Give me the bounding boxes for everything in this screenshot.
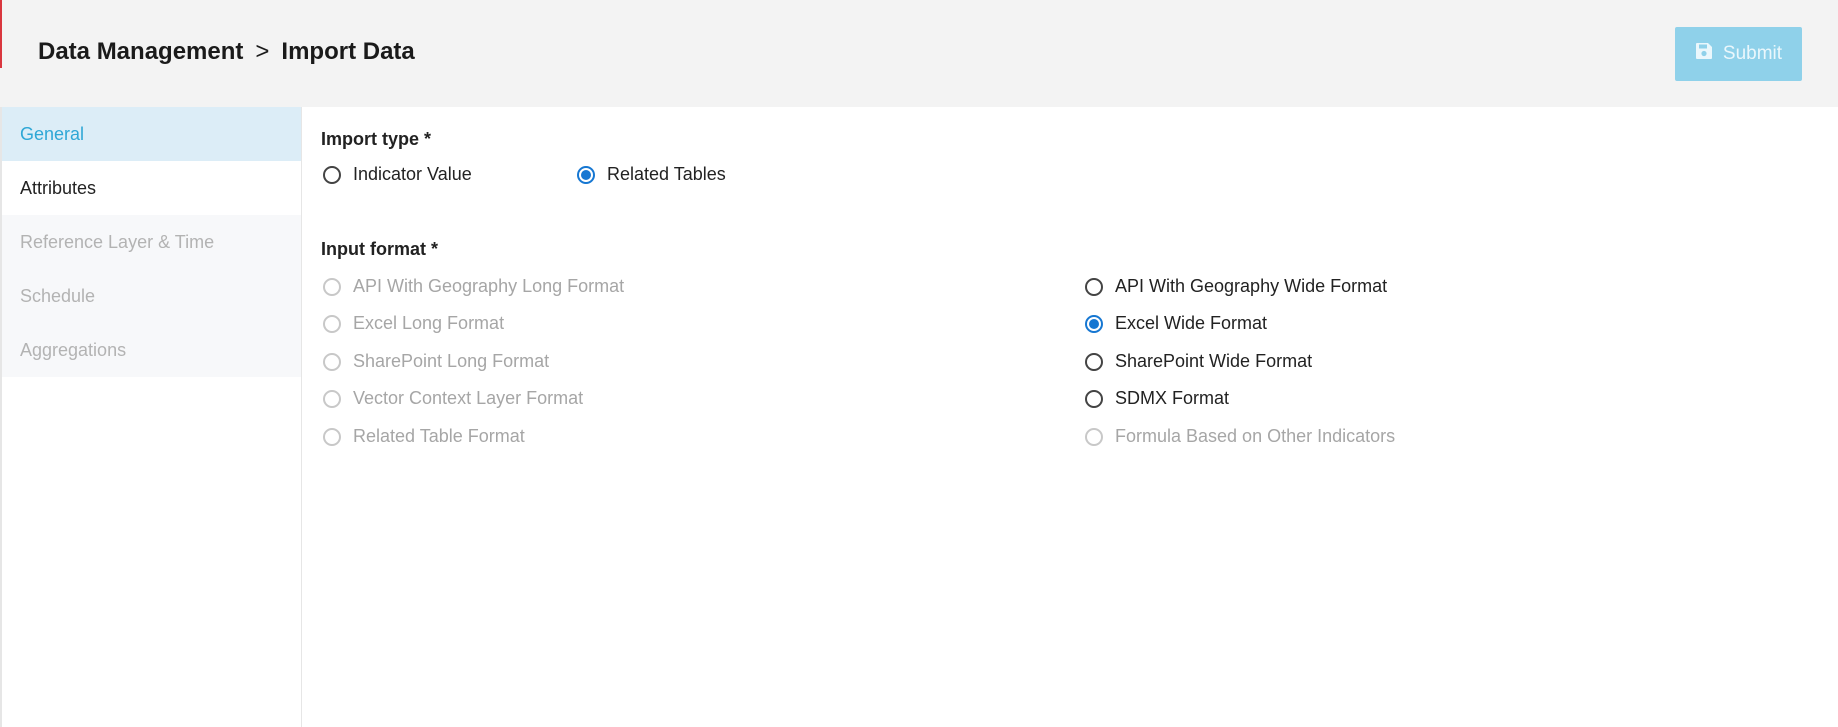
- page-header: Data Management > Import Data Submit: [0, 0, 1838, 107]
- radio-label: SharePoint Wide Format: [1115, 351, 1313, 371]
- radio-label: Excel Wide Format: [1115, 313, 1268, 333]
- breadcrumb-separator: >: [255, 38, 270, 65]
- radio-circle[interactable]: [577, 165, 595, 184]
- radio-circle: [323, 389, 341, 408]
- radio-sharepoint-wide[interactable]: SharePoint Wide Format: [1085, 351, 1312, 372]
- breadcrumb-root[interactable]: Data Management: [38, 38, 243, 66]
- radio-indicator-value[interactable]: Indicator Value: [323, 164, 472, 185]
- sidebar-item-aggregations: Aggregations: [2, 323, 301, 377]
- radio-circle[interactable]: [1085, 277, 1103, 296]
- radio-label: API With Geography Long Format: [353, 276, 625, 296]
- breadcrumb: Data Management > Import Data: [38, 38, 415, 66]
- radio-formula-based: Formula Based on Other Indicators: [1085, 426, 1395, 447]
- radio-api-geography-wide[interactable]: API With Geography Wide Format: [1085, 276, 1387, 297]
- radio-sharepoint-long: SharePoint Long Format: [323, 351, 549, 372]
- sidebar-item-attributes[interactable]: Attributes: [2, 161, 301, 215]
- import-type-label: Import type *: [321, 129, 432, 149]
- submit-label: Submit: [1722, 43, 1783, 64]
- import-data-page: Data Management > Import Data Submit Gen…: [0, 0, 1838, 727]
- radio-label: Related Table Format: [353, 426, 525, 446]
- radio-related-table-format: Related Table Format: [323, 426, 525, 447]
- radio-label: Formula Based on Other Indicators: [1115, 426, 1396, 446]
- sidebar-item-label: Schedule: [20, 285, 96, 306]
- radio-related-tables[interactable]: Related Tables: [577, 164, 726, 185]
- submit-button[interactable]: Submit: [1675, 27, 1802, 81]
- radio-circle[interactable]: [323, 165, 341, 184]
- sidebar: General Attributes Reference Layer & Tim…: [0, 107, 302, 727]
- radio-label: Indicator Value: [353, 164, 472, 184]
- input-format-label: Input format *: [321, 239, 438, 259]
- radio-circle: [323, 314, 341, 333]
- sidebar-item-label: Reference Layer & Time: [20, 231, 215, 252]
- sidebar-item-label: General: [20, 123, 85, 144]
- radio-label: SharePoint Long Format: [353, 351, 550, 371]
- radio-sdmx[interactable]: SDMX Format: [1085, 388, 1229, 409]
- radio-excel-wide[interactable]: Excel Wide Format: [1085, 313, 1267, 334]
- radio-label: Excel Long Format: [353, 313, 505, 333]
- radio-api-geography-long: API With Geography Long Format: [323, 276, 624, 297]
- sidebar-item-general[interactable]: General: [2, 107, 301, 161]
- radio-circle[interactable]: [1085, 389, 1103, 408]
- radio-label: Related Tables: [607, 164, 726, 184]
- radio-circle[interactable]: [1085, 314, 1103, 333]
- radio-label: Vector Context Layer Format: [353, 388, 584, 408]
- sidebar-item-reference-layer-time: Reference Layer & Time: [2, 215, 301, 269]
- accent-bar: [0, 0, 2, 68]
- radio-label: SDMX Format: [1115, 388, 1230, 408]
- radio-circle: [323, 277, 341, 296]
- radio-vector-context-layer: Vector Context Layer Format: [323, 388, 583, 409]
- save-icon: [1695, 42, 1713, 66]
- radio-label: API With Geography Wide Format: [1115, 276, 1388, 296]
- breadcrumb-current: Import Data: [281, 38, 415, 65]
- radio-circle: [1085, 427, 1103, 446]
- radio-circle[interactable]: [1085, 352, 1103, 371]
- radio-circle: [323, 427, 341, 446]
- sidebar-item-schedule: Schedule: [2, 269, 301, 323]
- radio-circle: [323, 352, 341, 371]
- radio-excel-long: Excel Long Format: [323, 313, 504, 334]
- sidebar-item-label: Aggregations: [20, 339, 127, 360]
- general-form: Import type * Indicator Value Related Ta…: [303, 107, 1838, 727]
- sidebar-item-label: Attributes: [20, 177, 97, 198]
